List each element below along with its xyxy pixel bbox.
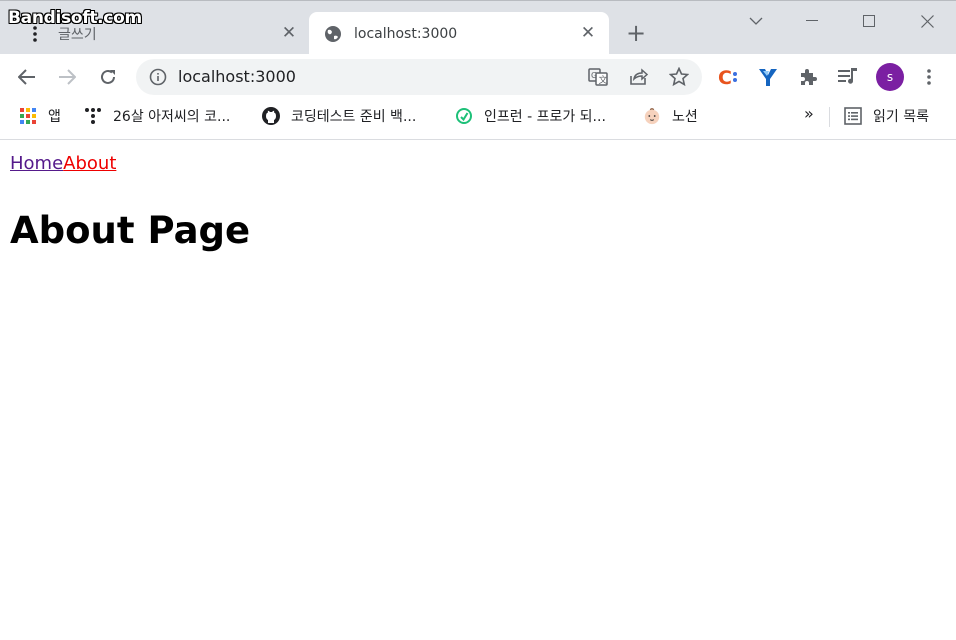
window-close-icon[interactable]	[907, 7, 947, 35]
svg-text:G: G	[591, 71, 597, 80]
bandisoft-watermark: Bandisoft.com	[8, 8, 142, 28]
tab-active[interactable]: localhost:3000 ✕	[309, 12, 609, 55]
url-text[interactable]: localhost:3000	[178, 59, 296, 95]
minimize-icon[interactable]	[792, 7, 832, 35]
baby-face-icon	[643, 107, 661, 125]
bookmark-coding-test[interactable]: 코딩테스트 준비 백...	[262, 100, 416, 132]
new-tab-button[interactable]: +	[623, 21, 649, 47]
maximize-icon[interactable]	[849, 7, 889, 35]
translate-icon[interactable]: 文G	[588, 67, 608, 87]
globe-icon	[324, 25, 342, 43]
bookmark-apps[interactable]: 앱	[19, 100, 61, 132]
bookmark-star-icon[interactable]	[669, 67, 689, 87]
profile-avatar[interactable]: s	[876, 63, 904, 91]
reading-list-button[interactable]: 읽기 목록	[844, 100, 929, 132]
inflearn-icon	[455, 107, 473, 125]
tab-title: localhost:3000	[354, 25, 458, 42]
info-icon[interactable]	[149, 68, 167, 86]
bookmark-notion[interactable]: 노션	[643, 100, 698, 132]
page-content: HomeAbout About Page	[0, 140, 956, 640]
extension-c-icon[interactable]: C	[715, 64, 741, 90]
github-icon	[262, 107, 280, 125]
bookmarks-bar: 앱 26살 아저씨의 코... 코딩테스트 준비 백... 인프런 - 프로가 …	[0, 100, 956, 140]
media-playlist-icon[interactable]	[835, 64, 861, 90]
share-icon[interactable]	[629, 67, 649, 87]
back-button[interactable]	[12, 62, 42, 92]
extension-y-icon[interactable]	[755, 64, 781, 90]
svg-text:文: 文	[599, 74, 608, 86]
bookmark-label: 26살 아저씨의 코...	[113, 109, 231, 125]
bookmarks-overflow-button[interactable]: »	[804, 104, 814, 123]
bookmark-label: 앱	[48, 109, 61, 125]
bookmark-label: 코딩테스트 준비 백...	[291, 109, 417, 125]
tab-search-chevron-icon[interactable]	[736, 7, 776, 35]
more-menu-icon[interactable]	[916, 64, 942, 90]
tab-close-icon[interactable]: ✕	[280, 24, 298, 42]
bookmark-label: 노션	[672, 109, 698, 125]
bookmark-inflearn[interactable]: 인프런 - 프로가 되...	[455, 100, 606, 132]
tab-close-icon[interactable]: ✕	[579, 24, 597, 42]
reload-button[interactable]	[93, 62, 123, 92]
page-nav: HomeAbout	[10, 153, 116, 174]
about-link[interactable]: About	[63, 153, 116, 174]
forward-button[interactable]	[52, 62, 82, 92]
home-link[interactable]: Home	[10, 153, 63, 174]
browser-toolbar: localhost:3000 文G C s	[0, 54, 956, 100]
svg-text:C: C	[718, 67, 732, 88]
bookmark-26[interactable]: 26살 아저씨의 코...	[84, 100, 230, 132]
page-title: About Page	[10, 209, 251, 252]
bookmarks-divider	[829, 107, 830, 127]
extensions-puzzle-icon[interactable]	[795, 64, 821, 90]
bookmark-label: 인프런 - 프로가 되...	[484, 109, 606, 125]
reading-list-label: 읽기 목록	[873, 109, 929, 125]
browser-titlebar: 글쓰기 ✕ localhost:3000 ✕ + Bandisoft.com	[0, 0, 956, 55]
address-bar[interactable]: localhost:3000 文G	[136, 59, 702, 95]
dots-icon	[84, 107, 102, 125]
apps-grid-icon	[19, 107, 37, 125]
reading-list-icon	[844, 107, 862, 125]
